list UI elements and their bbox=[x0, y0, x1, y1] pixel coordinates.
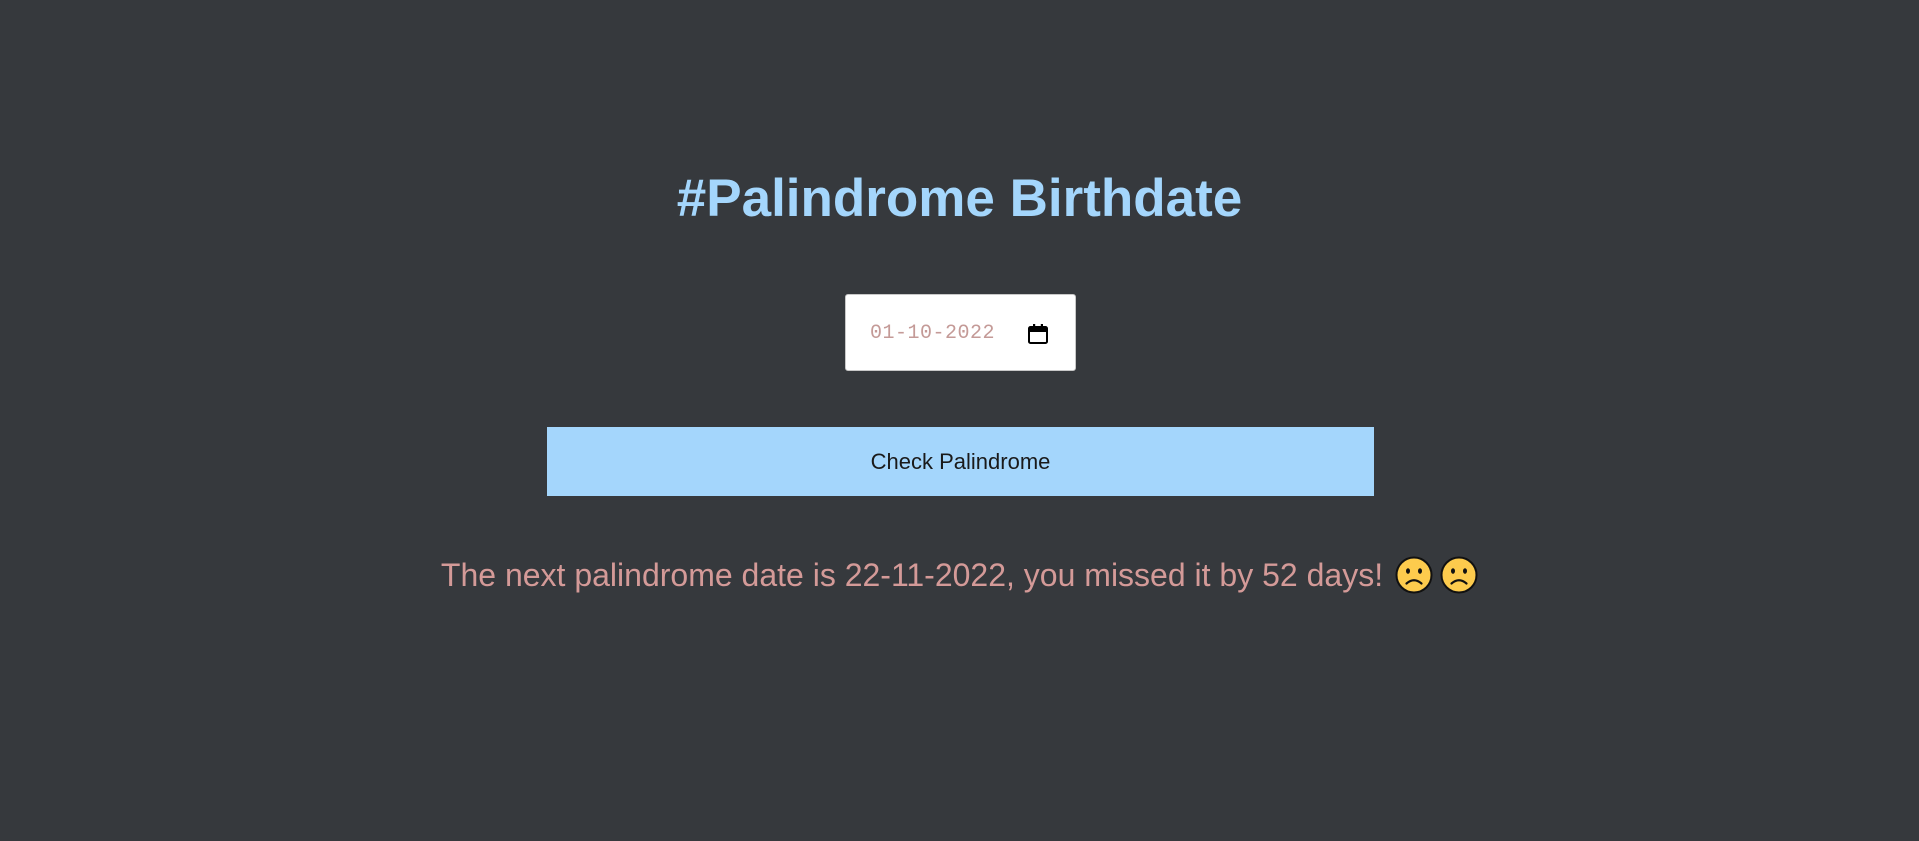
page: #Palindrome Birthdate 01-10-2022 Check P… bbox=[0, 0, 1919, 841]
result-text: The next palindrome date is 22-11-2022, … bbox=[440, 556, 1384, 593]
check-palindrome-button[interactable]: Check Palindrome bbox=[547, 427, 1374, 496]
frowning-face-icon bbox=[1440, 556, 1478, 594]
page-title: #Palindrome Birthdate bbox=[676, 169, 1243, 228]
result-message: The next palindrome date is 22-11-2022, … bbox=[0, 551, 1919, 599]
frowning-face-icon bbox=[1395, 556, 1433, 594]
calendar-icon[interactable] bbox=[1027, 323, 1049, 345]
birthdate-input[interactable]: 01-10-2022 bbox=[845, 294, 1076, 371]
birthdate-value: 01-10-2022 bbox=[870, 322, 996, 345]
